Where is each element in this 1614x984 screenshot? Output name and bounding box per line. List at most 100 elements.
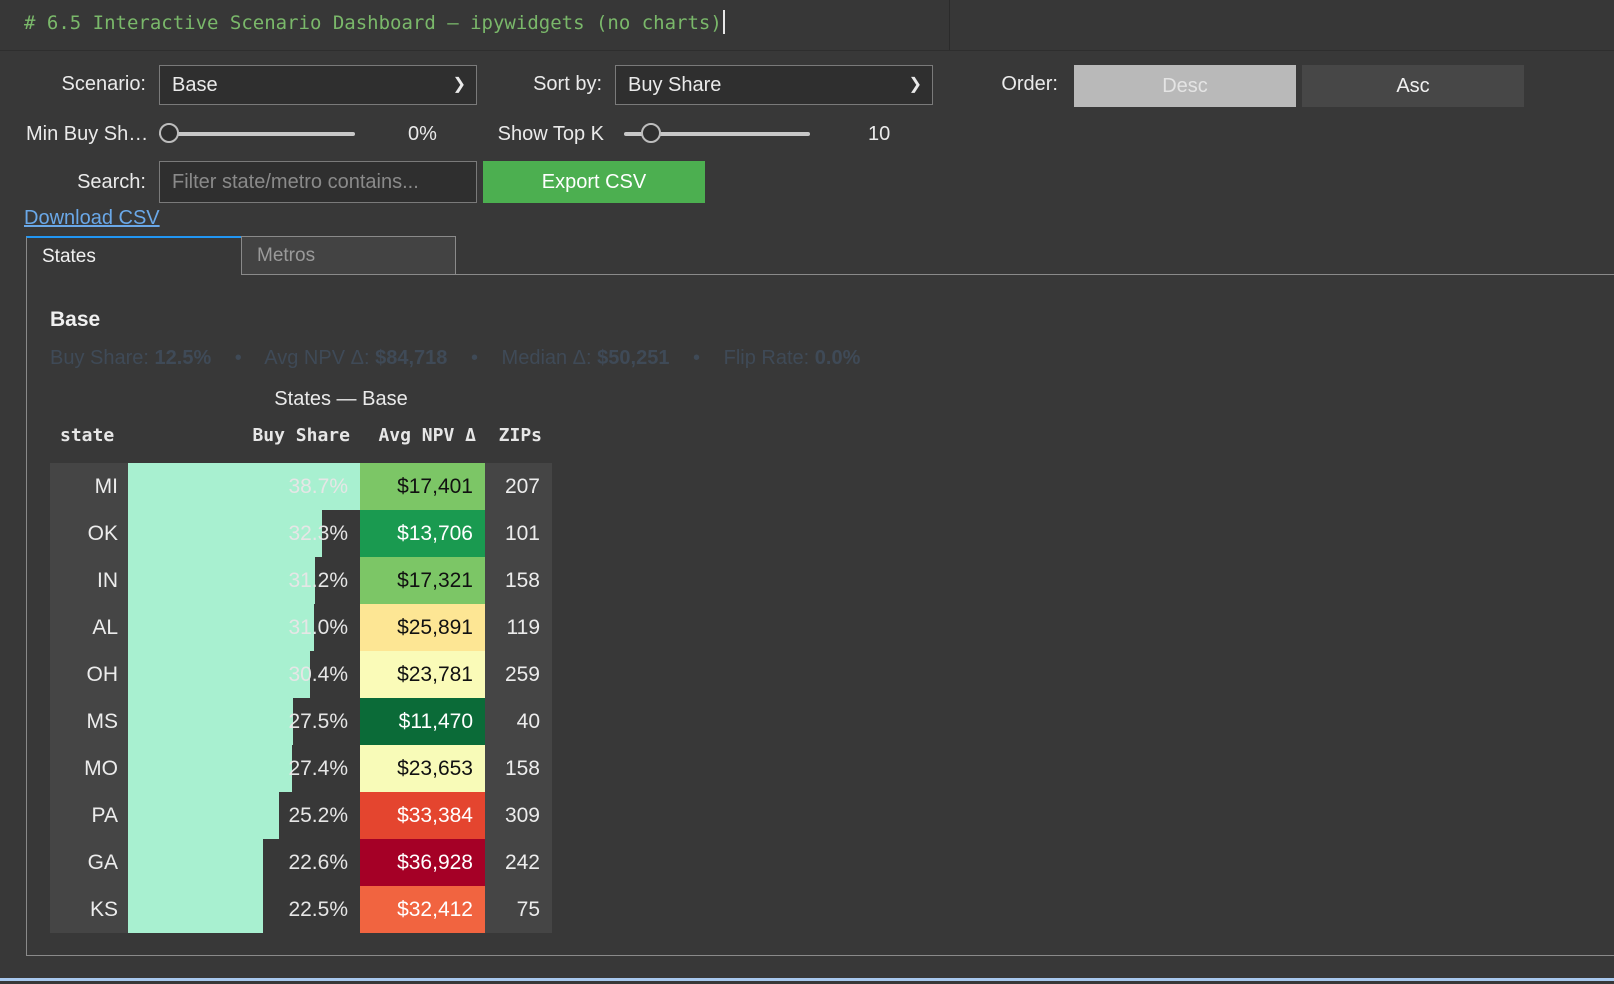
stat-separator: • xyxy=(470,347,478,369)
slider-handle[interactable] xyxy=(641,123,661,143)
cell-state: OH xyxy=(50,651,128,698)
table-row: PA 25.2% $33,384 309 xyxy=(50,792,552,839)
cell-buy-share: 22.5% xyxy=(128,886,360,933)
buy-share-text: 38.7% xyxy=(288,475,348,498)
show-top-k-slider[interactable] xyxy=(624,123,812,144)
cell-zips: 158 xyxy=(485,745,552,792)
cell-avg-npv: $33,384 xyxy=(360,792,485,839)
code-cell-text[interactable]: # 6.5 Interactive Scenario Dashboard — i… xyxy=(24,10,725,34)
cell-zips: 75 xyxy=(485,886,552,933)
buy-share-text: 25.2% xyxy=(288,804,348,827)
table-row: MS 27.5% $11,470 40 xyxy=(50,698,552,745)
flip-rate-stat-value: 0.0% xyxy=(814,347,861,369)
stat-separator: • xyxy=(693,347,701,369)
sort-dropdown[interactable]: Buy Share ❯ xyxy=(615,65,933,105)
table-row: GA 22.6% $36,928 242 xyxy=(50,839,552,886)
tab-metros[interactable]: Metros xyxy=(241,236,456,275)
cell-avg-npv: $17,401 xyxy=(360,463,485,510)
table-row: OH 30.4% $23,781 259 xyxy=(50,651,552,698)
cell-buy-share: 22.6% xyxy=(128,839,360,886)
cell-zips: 207 xyxy=(485,463,552,510)
scenario-label: Scenario: xyxy=(61,73,147,95)
scenario-dropdown[interactable]: Base ❯ xyxy=(159,65,477,105)
buy-share-bar xyxy=(128,839,263,886)
cell-state: MS xyxy=(50,698,128,745)
export-csv-button[interactable]: Export CSV xyxy=(483,161,705,203)
cell-buy-share: 31.2% xyxy=(128,557,360,604)
cell-zips: 101 xyxy=(485,510,552,557)
min-buy-share-slider[interactable] xyxy=(159,123,359,144)
cell-buy-share: 25.2% xyxy=(128,792,360,839)
panel-title: Base xyxy=(50,308,101,331)
cell-zips: 158 xyxy=(485,557,552,604)
cell-state: OK xyxy=(50,510,128,557)
chevron-down-icon: ❯ xyxy=(908,76,922,93)
buy-share-stat-label: Buy Share: xyxy=(50,347,149,369)
cell-state: GA xyxy=(50,839,128,886)
cell-buy-share: 27.5% xyxy=(128,698,360,745)
table-row: IN 31.2% $17,321 158 xyxy=(50,557,552,604)
scenario-value: Base xyxy=(172,74,218,96)
buy-share-bar xyxy=(128,886,263,933)
search-label: Search: xyxy=(77,171,146,193)
table-row: MI 38.7% $17,401 207 xyxy=(50,463,552,510)
table-row: OK 32.3% $13,706 101 xyxy=(50,510,552,557)
flip-rate-stat-label: Flip Rate: xyxy=(723,347,810,369)
cell-avg-npv: $25,891 xyxy=(360,604,485,651)
search-input[interactable] xyxy=(159,161,477,203)
median-stat-value: $50,251 xyxy=(597,347,670,369)
cell-state: PA xyxy=(50,792,128,839)
cell-zips: 309 xyxy=(485,792,552,839)
buy-share-bar xyxy=(128,651,310,698)
cell-buy-share: 31.0% xyxy=(128,604,360,651)
table-row: AL 31.0% $25,891 119 xyxy=(50,604,552,651)
cell-zips: 119 xyxy=(485,604,552,651)
cell-state: MI xyxy=(50,463,128,510)
order-desc-button[interactable]: Desc xyxy=(1074,65,1296,107)
sort-value: Buy Share xyxy=(628,74,722,96)
buy-share-text: 22.6% xyxy=(288,851,348,874)
buy-share-bar xyxy=(128,698,293,745)
cell-zips: 242 xyxy=(485,839,552,886)
table-row: MO 27.4% $23,653 158 xyxy=(50,745,552,792)
slider-track xyxy=(159,132,355,136)
show-top-k-label: Show Top K xyxy=(497,123,604,145)
sort-label: Sort by: xyxy=(533,73,602,95)
buy-share-bar xyxy=(128,792,279,839)
avg-npv-stat-value: $84,718 xyxy=(375,347,448,369)
order-label: Order: xyxy=(1001,73,1058,95)
buy-share-text: 32.3% xyxy=(288,522,348,545)
buy-share-text: 27.4% xyxy=(288,757,348,780)
buy-share-text: 30.4% xyxy=(288,663,348,686)
cell-state: MO xyxy=(50,745,128,792)
tab-states[interactable]: States xyxy=(26,236,242,275)
buy-share-text: 31.2% xyxy=(288,569,348,592)
cell-buy-share: 27.4% xyxy=(128,745,360,792)
header-avg-npv: Avg NPV Δ xyxy=(378,425,476,446)
code-cell[interactable]: # 6.5 Interactive Scenario Dashboard — i… xyxy=(0,0,1614,51)
cell-zips: 259 xyxy=(485,651,552,698)
table-caption: States — Base xyxy=(274,388,408,410)
cell-avg-npv: $17,321 xyxy=(360,557,485,604)
cell-buy-share: 32.3% xyxy=(128,510,360,557)
stat-separator: • xyxy=(234,347,242,369)
download-csv-link[interactable]: Download CSV xyxy=(24,207,160,230)
cell-avg-npv: $23,653 xyxy=(360,745,485,792)
cell-buy-share: 38.7% xyxy=(128,463,360,510)
header-zips: ZIPs xyxy=(498,425,542,446)
cell-zips: 40 xyxy=(485,698,552,745)
summary-stats: Buy Share: 12.5% • Avg NPV Δ: $84,718 • … xyxy=(50,347,860,370)
slider-handle[interactable] xyxy=(159,123,179,143)
cell-avg-npv: $13,706 xyxy=(360,510,485,557)
order-asc-button[interactable]: Asc xyxy=(1302,65,1524,107)
buy-share-bar xyxy=(128,604,314,651)
buy-share-bar xyxy=(128,557,315,604)
cell-avg-npv: $11,470 xyxy=(360,698,485,745)
buy-share-text: 31.0% xyxy=(288,616,348,639)
chevron-down-icon: ❯ xyxy=(452,76,466,93)
cell-state: IN xyxy=(50,557,128,604)
cell-buy-share: 30.4% xyxy=(128,651,360,698)
cell-avg-npv: $32,412 xyxy=(360,886,485,933)
cell-avg-npv: $36,928 xyxy=(360,839,485,886)
buy-share-bar xyxy=(128,745,292,792)
